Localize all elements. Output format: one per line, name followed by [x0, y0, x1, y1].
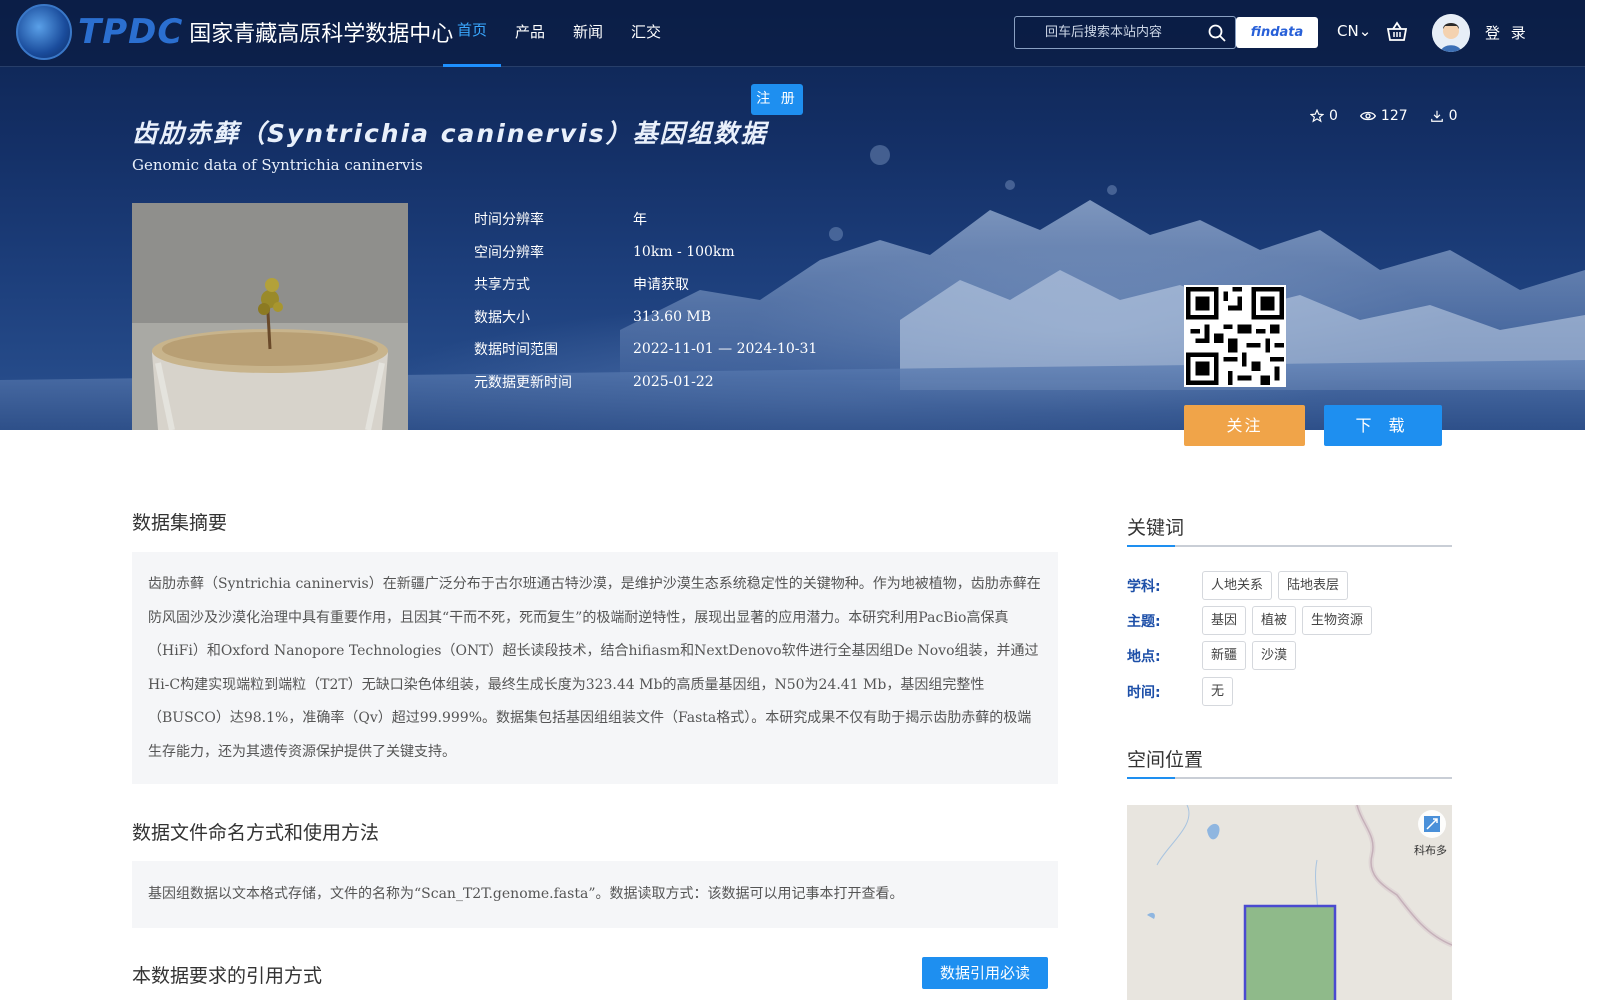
download-button[interactable]: 下 载 [1324, 405, 1442, 446]
meta-value: 10km - 100km [633, 243, 735, 260]
meta-row: 数据时间范围 2022-11-01 — 2024-10-31 [474, 333, 817, 366]
main-nav: 首页 产品 新闻 汇交 [443, 0, 675, 67]
download-count: 0 [1430, 108, 1458, 124]
chevron-down-icon: ⌄ [1358, 22, 1372, 40]
location-map[interactable]: 科布多 [1127, 805, 1452, 1000]
meta-row: 时间分辨率 年 [474, 203, 817, 236]
meta-label: 数据大小 [474, 309, 530, 326]
meta-row: 空间分辨率 10km - 100km [474, 236, 817, 269]
eye-icon [1359, 111, 1376, 121]
keyword-group-time: 时间: 无 [1127, 677, 1239, 706]
dataset-thumbnail [132, 203, 408, 430]
meta-value: 年 [633, 212, 647, 229]
view-count-value: 127 [1380, 108, 1408, 124]
qr-code-image [1184, 285, 1286, 387]
citation-required-button[interactable]: 数据引用必读 [922, 957, 1048, 989]
nav-item-home[interactable]: 首页 [443, 0, 502, 67]
map-canvas [1127, 805, 1452, 1000]
top-navigation-bar: TPDC 国家青藏高原科学数据中心 首页 产品 新闻 汇交 findata CN… [0, 0, 1585, 67]
abstract-heading: 数据集摘要 [132, 512, 228, 534]
keywords-heading: 关键词 [1127, 517, 1185, 539]
abstract-text: 齿肋赤藓（Syntrichia caninervis）在新疆广泛分布于古尔班通古… [132, 552, 1058, 784]
keyword-group-theme: 主题: 基因 植被 生物资源 [1127, 606, 1378, 635]
keyword-tag[interactable]: 陆地表层 [1278, 571, 1349, 600]
meta-label: 元数据更新时间 [474, 374, 572, 391]
login-link[interactable]: 登 录 [1485, 22, 1529, 43]
file-naming-heading: 数据文件命名方式和使用方法 [132, 822, 380, 844]
site-logo[interactable]: TPDC 国家青藏高原科学数据中心 [16, 4, 453, 60]
meta-label: 时间分辨率 [474, 212, 544, 229]
logo-text-cn: 国家青藏高原科学数据中心 [189, 22, 454, 47]
language-selector[interactable]: CN⌄ [1337, 22, 1371, 40]
dataset-metadata: 时间分辨率 年 空间分辨率 10km - 100km 共享方式 申请获取 数据大… [474, 203, 817, 398]
register-button[interactable]: 注 册 [751, 84, 803, 115]
search-icon[interactable] [1207, 23, 1227, 43]
keywords-divider [1127, 545, 1452, 547]
keyword-group-label: 主题: [1127, 613, 1161, 630]
meta-label: 空间分辨率 [474, 244, 544, 261]
moss-photo-image [132, 203, 408, 430]
star-count[interactable]: 0 [1310, 108, 1338, 124]
language-label: CN [1337, 22, 1359, 40]
dataset-title: 齿肋赤藓（Syntrichia caninervis）基因组数据 [132, 119, 768, 148]
nav-item-products[interactable]: 产品 [501, 0, 559, 67]
search-box [1014, 16, 1236, 49]
findata-button[interactable]: findata [1236, 17, 1318, 48]
meta-value: 313.60 MB [633, 308, 712, 325]
star-icon [1310, 109, 1324, 123]
location-divider [1127, 777, 1452, 779]
logo-text-en: TPDC [78, 12, 184, 52]
meta-value: 申请获取 [633, 277, 689, 294]
meta-label: 共享方式 [474, 277, 530, 294]
follow-button[interactable]: 关注 [1184, 405, 1305, 446]
hero-banner: TPDC 国家青藏高原科学数据中心 首页 产品 新闻 汇交 findata CN… [0, 0, 1585, 430]
dataset-stats: 0 127 0 [1310, 108, 1458, 124]
keyword-group-label: 地点: [1127, 648, 1161, 665]
avatar[interactable] [1432, 14, 1470, 52]
nav-item-submit[interactable]: 汇交 [617, 0, 675, 67]
view-count: 127 [1359, 108, 1408, 124]
keyword-tag[interactable]: 基因 [1202, 606, 1247, 635]
meta-row: 共享方式 申请获取 [474, 268, 817, 301]
citation-heading: 本数据要求的引用方式 [132, 965, 323, 987]
keyword-tag[interactable]: 新疆 [1202, 641, 1247, 670]
meta-value: 2025-01-22 [633, 373, 714, 390]
search-input[interactable] [1015, 17, 1205, 48]
location-heading: 空间位置 [1127, 749, 1204, 771]
meta-label: 数据时间范围 [474, 342, 558, 359]
nav-item-news[interactable]: 新闻 [559, 0, 617, 67]
keyword-tag[interactable]: 植被 [1252, 606, 1297, 635]
meta-row: 元数据更新时间 2025-01-22 [474, 366, 817, 399]
star-count-value: 0 [1329, 108, 1338, 124]
user-avatar-icon [1432, 14, 1470, 52]
fullscreen-icon[interactable] [1416, 809, 1446, 839]
keyword-tag[interactable]: 生物资源 [1302, 606, 1373, 635]
keyword-group-label: 时间: [1127, 684, 1161, 701]
keyword-tag[interactable]: 无 [1202, 677, 1234, 706]
meta-value: 2022-11-01 — 2024-10-31 [633, 341, 818, 358]
keyword-group-location: 地点: 新疆 沙漠 [1127, 641, 1302, 670]
file-naming-text: 基因组数据以文本格式存储，文件的名称为“Scan_T2T.genome.fast… [132, 861, 1058, 928]
cart-icon[interactable] [1385, 20, 1409, 44]
download-count-value: 0 [1448, 108, 1458, 124]
dataset-subtitle: Genomic data of Syntrichia caninervis [132, 156, 423, 174]
qr-code-icon [1186, 287, 1284, 385]
keyword-tag[interactable]: 人地关系 [1202, 571, 1273, 600]
keyword-group-subject: 学科: 人地关系 陆地表层 [1127, 571, 1354, 600]
keyword-group-label: 学科: [1127, 578, 1161, 595]
keyword-tag[interactable]: 沙漠 [1252, 641, 1297, 670]
download-icon [1430, 110, 1443, 122]
page: TPDC 国家青藏高原科学数据中心 首页 产品 新闻 汇交 findata CN… [0, 0, 1585, 1000]
globe-logo-icon [16, 4, 72, 60]
map-place-label: 科布多 [1414, 844, 1447, 857]
meta-row: 数据大小 313.60 MB [474, 301, 817, 334]
